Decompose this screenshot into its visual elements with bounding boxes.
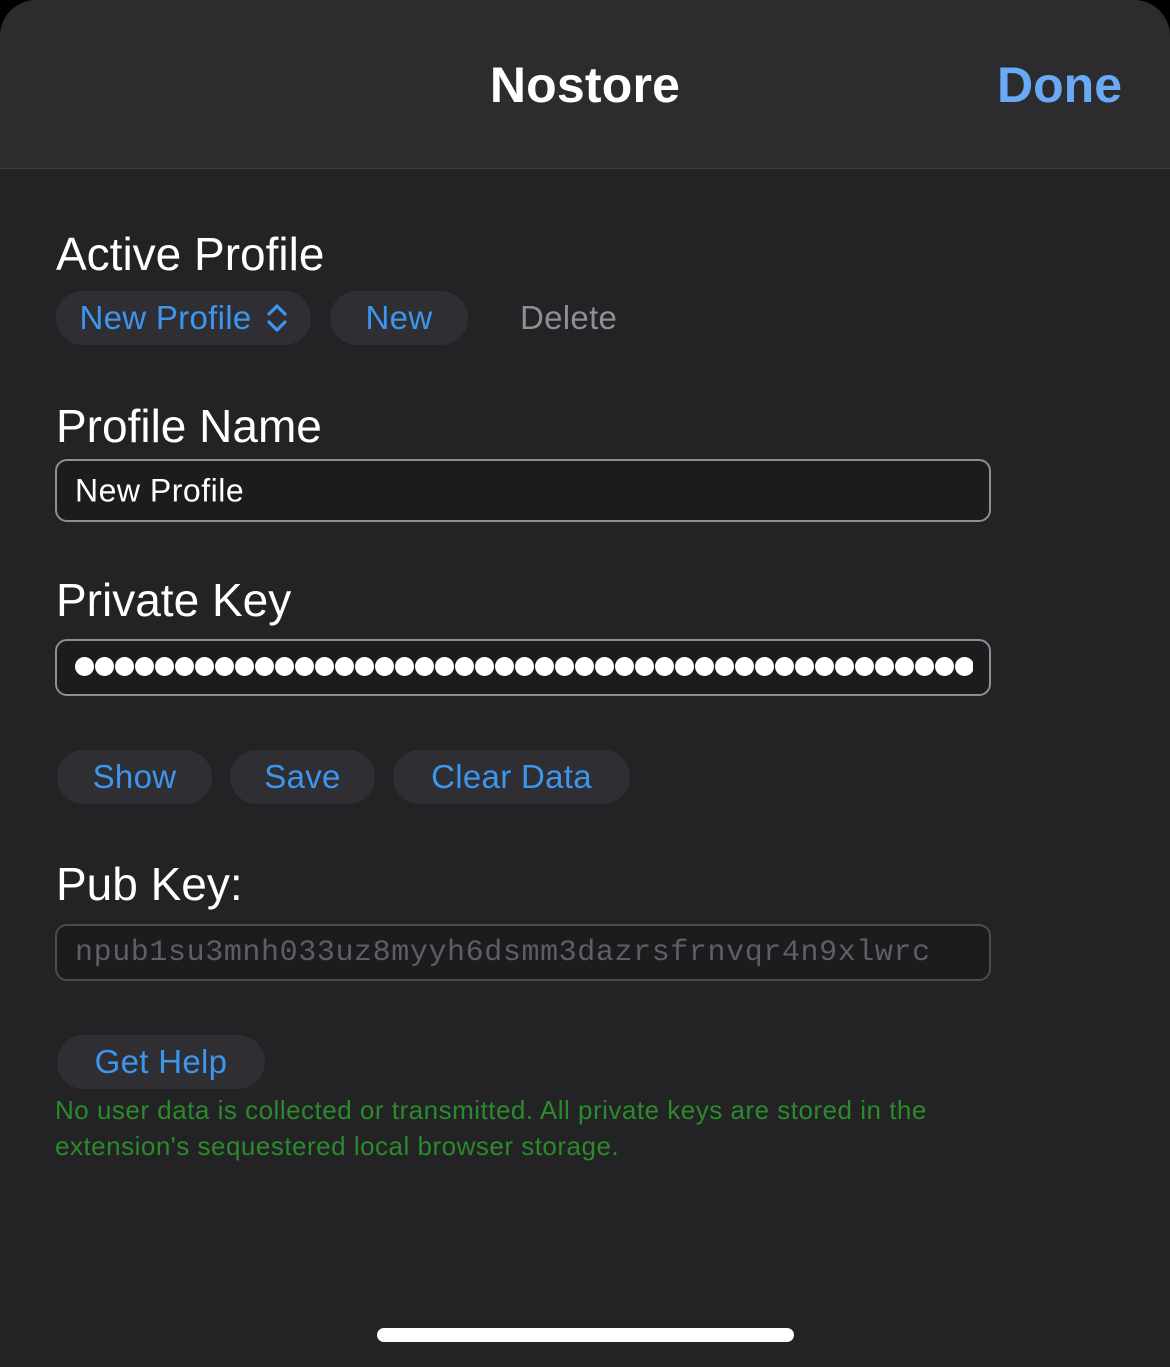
navigation-bar: Nostore Done [0, 0, 1170, 169]
mask-dot [495, 656, 514, 676]
mask-dot [135, 656, 154, 676]
mask-dot [215, 656, 234, 676]
profile-name-heading: Profile Name [56, 400, 322, 452]
mask-dot [875, 656, 894, 676]
mask-dot [355, 656, 374, 676]
done-button[interactable]: Done [997, 56, 1122, 114]
home-indicator [377, 1328, 794, 1342]
mask-dot [775, 656, 794, 676]
delete-profile-button[interactable]: Delete [520, 291, 617, 345]
mask-dot [515, 656, 534, 676]
pub-key-field[interactable]: npub1su3mnh033uz8myyh6dsmm3dazrsfrnvqr4n… [55, 924, 991, 981]
mask-dot [115, 656, 134, 676]
mask-dot [315, 656, 334, 676]
profile-name-field[interactable]: New Profile [55, 459, 991, 522]
profile-select-label: New Profile [79, 299, 252, 336]
settings-sheet: Nostore Done Active Profile New Profile … [0, 0, 1170, 1367]
settings-content: Active Profile New Profile New Delete Pr… [0, 169, 1170, 1367]
mask-dot [815, 656, 834, 676]
show-key-button[interactable]: Show [57, 750, 212, 804]
chevron-up-down-icon [266, 304, 287, 332]
mask-dot [395, 656, 414, 676]
mask-dot [295, 656, 314, 676]
mask-dot [655, 656, 674, 676]
mask-dot [935, 656, 954, 676]
mask-dot [275, 656, 294, 676]
page-title: Nostore [489, 57, 681, 113]
mask-dot [895, 656, 914, 676]
new-profile-button[interactable]: New [330, 291, 468, 345]
mask-dot [915, 656, 934, 676]
mask-dot [675, 656, 694, 676]
mask-dot [175, 656, 194, 676]
mask-dot [435, 656, 454, 676]
masked-key-dots [75, 656, 973, 679]
mask-dot [715, 656, 734, 676]
clear-data-button[interactable]: Clear Data [393, 750, 630, 804]
get-help-button[interactable]: Get Help [57, 1035, 265, 1089]
mask-dot [415, 656, 434, 676]
mask-dot [835, 656, 854, 676]
profile-select[interactable]: New Profile [56, 291, 311, 345]
mask-dot [155, 656, 174, 676]
mask-dot [755, 656, 774, 676]
mask-dot [575, 656, 594, 676]
mask-dot [335, 656, 354, 676]
mask-dot [955, 656, 973, 676]
profile-name-value: New Profile [75, 472, 245, 508]
mask-dot [795, 656, 814, 676]
mask-dot [735, 656, 754, 676]
privacy-note: No user data is collected or transmitted… [55, 1095, 927, 1161]
mask-dot [475, 656, 494, 676]
mask-dot [235, 656, 254, 676]
mask-dot [195, 656, 214, 676]
mask-dot [595, 656, 614, 676]
private-key-heading: Private Key [56, 574, 292, 626]
private-key-field[interactable] [55, 639, 991, 696]
active-profile-heading: Active Profile [56, 228, 325, 280]
mask-dot [75, 656, 94, 676]
mask-dot [635, 656, 654, 676]
mask-dot [615, 656, 634, 676]
mask-dot [695, 656, 714, 676]
mask-dot [375, 656, 394, 676]
mask-dot [455, 656, 474, 676]
pub-key-heading: Pub Key: [56, 858, 243, 910]
mask-dot [95, 656, 114, 676]
mask-dot [535, 656, 554, 676]
pub-key-value: npub1su3mnh033uz8myyh6dsmm3dazrsfrnvqr4n… [75, 935, 931, 970]
mask-dot [855, 656, 874, 676]
mask-dot [255, 656, 274, 676]
mask-dot [555, 656, 574, 676]
save-button[interactable]: Save [230, 750, 375, 804]
